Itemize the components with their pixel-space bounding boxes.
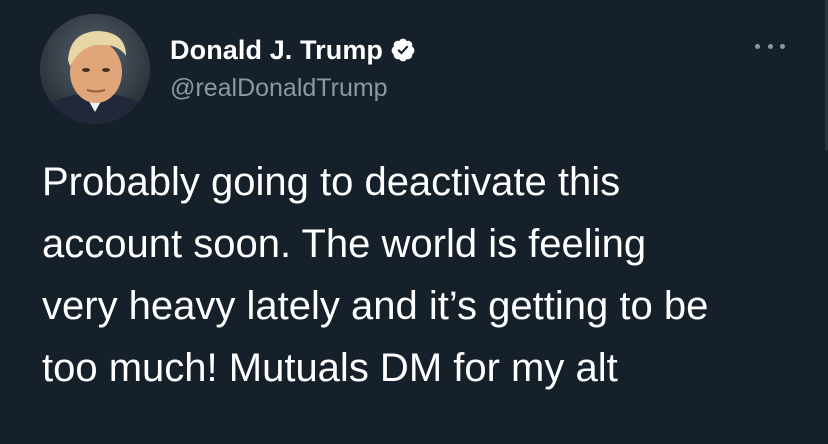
more-dot bbox=[780, 43, 785, 49]
more-dot bbox=[755, 43, 760, 49]
tweet-card: Donald J. Trump @realDonaldTrump Probabl… bbox=[0, 0, 828, 444]
more-options-icon[interactable] bbox=[755, 39, 785, 53]
author-display-name[interactable]: Donald J. Trump bbox=[170, 35, 383, 66]
verified-badge-icon bbox=[391, 38, 415, 62]
author-handle[interactable]: @realDonaldTrump bbox=[170, 74, 388, 103]
tweet-text: Probably going to deactivate this accoun… bbox=[42, 160, 709, 390]
author-name-row: Donald J. Trump bbox=[170, 32, 416, 68]
more-dot bbox=[767, 43, 773, 49]
avatar-image bbox=[40, 14, 150, 124]
avatar[interactable] bbox=[40, 14, 150, 124]
